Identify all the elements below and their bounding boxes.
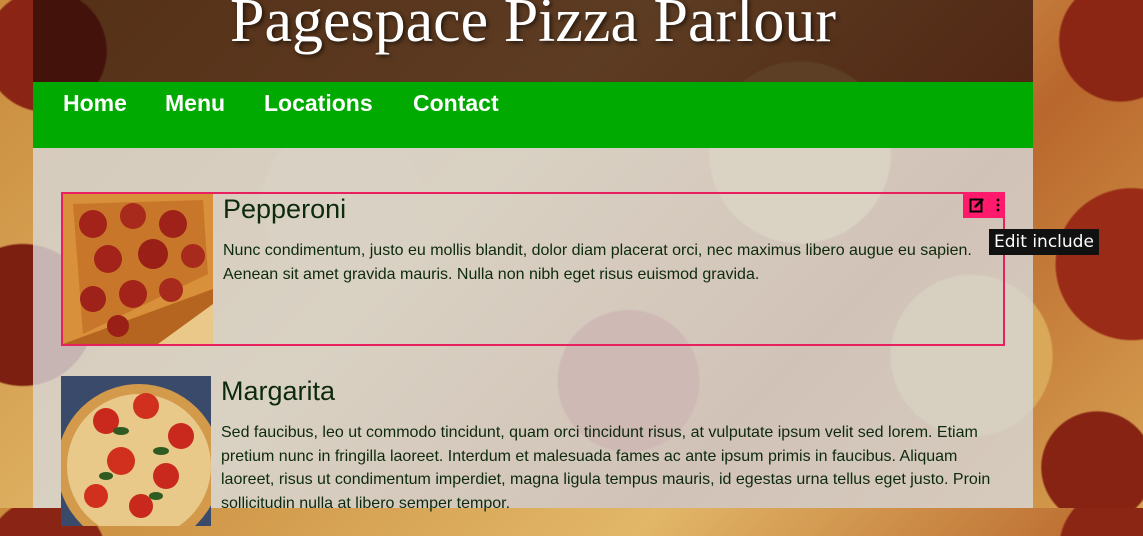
nav-item-menu[interactable]: Menu	[165, 90, 225, 117]
include-toolbar	[963, 192, 1005, 218]
menu-item-title: Margarita	[221, 376, 336, 406]
page: Pagespace Pizza Parlour Home Menu Locati…	[33, 0, 1033, 526]
site-header: Pagespace Pizza Parlour	[33, 0, 1033, 82]
menu-item-description: Sed faucibus, leo ut commodo tincidunt, …	[221, 424, 991, 512]
main-nav: Home Menu Locations Contact	[33, 82, 1033, 148]
menu-item-description: Nunc condimentum, justo eu mollis blandi…	[223, 242, 972, 283]
main-content: Pepperoni Nunc condimentum, justo eu mol…	[33, 148, 1033, 526]
nav-item-contact[interactable]: Contact	[413, 90, 499, 117]
menu-item-title: Pepperoni	[223, 194, 347, 224]
pepperoni-image	[63, 194, 213, 344]
margarita-image	[61, 376, 211, 526]
menu-item-margarita[interactable]: Margarita Sed faucibus, leo ut commodo t…	[61, 376, 1005, 536]
nav-item-locations[interactable]: Locations	[264, 90, 373, 117]
edit-icon[interactable]	[969, 197, 985, 213]
more-vertical-icon[interactable]	[996, 198, 1000, 212]
site-title: Pagespace Pizza Parlour	[230, 0, 836, 55]
nav-item-home[interactable]: Home	[63, 90, 127, 117]
menu-item-pepperoni[interactable]: Pepperoni Nunc condimentum, justo eu mol…	[61, 192, 1005, 346]
edit-include-tooltip: Edit include	[989, 229, 1099, 255]
